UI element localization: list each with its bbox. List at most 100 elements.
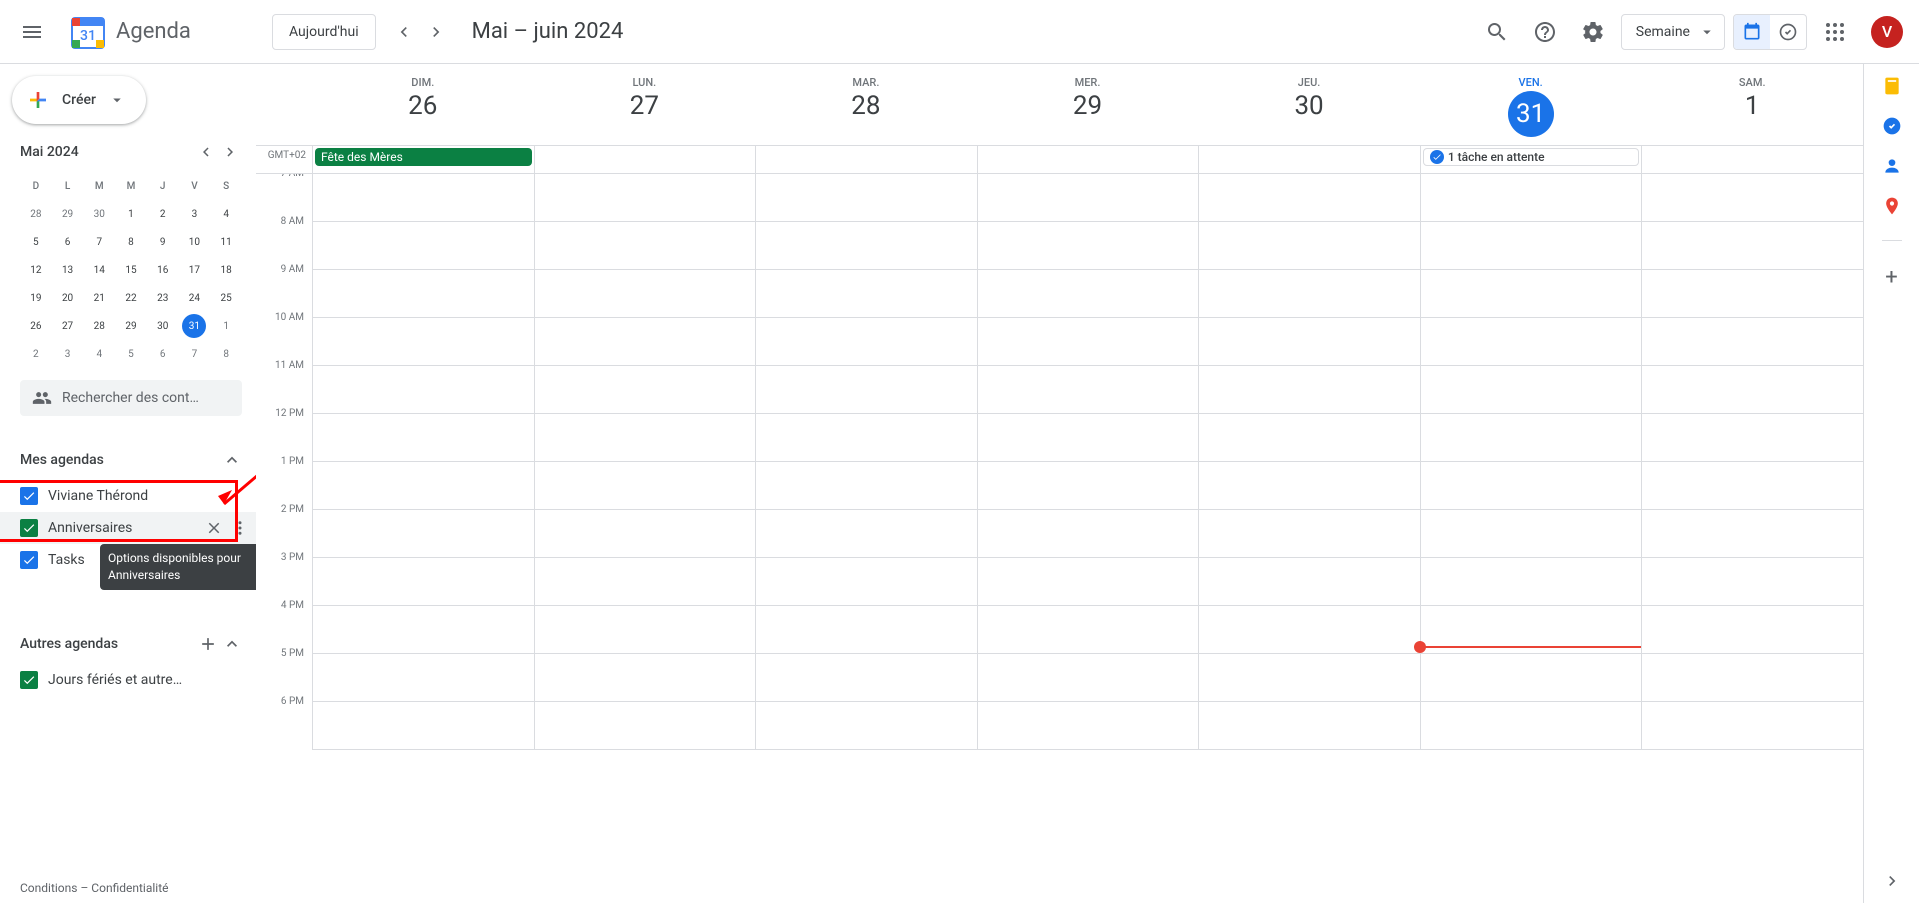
mini-cal-day[interactable]: 4 <box>210 200 242 228</box>
keep-icon[interactable] <box>1882 76 1902 96</box>
calendar-checkbox[interactable] <box>20 519 38 537</box>
time-cell[interactable] <box>1641 702 1863 750</box>
time-cell[interactable] <box>755 654 977 702</box>
mini-cal-day[interactable]: 30 <box>147 312 179 340</box>
time-cell[interactable] <box>534 606 756 654</box>
time-cell[interactable] <box>1198 270 1420 318</box>
time-cell[interactable] <box>755 174 977 222</box>
time-cell[interactable] <box>312 222 534 270</box>
mini-cal-day[interactable]: 11 <box>210 228 242 256</box>
calendar-list-item[interactable]: Viviane Thérond <box>20 480 242 512</box>
time-cell[interactable] <box>755 606 977 654</box>
time-cell[interactable] <box>755 702 977 750</box>
mini-cal-day[interactable]: 25 <box>210 284 242 312</box>
mini-cal-day[interactable]: 31 <box>179 312 211 340</box>
mini-cal-day[interactable]: 6 <box>147 340 179 368</box>
time-cell[interactable] <box>1198 510 1420 558</box>
time-cell[interactable] <box>1420 366 1642 414</box>
tasks-icon[interactable] <box>1882 116 1902 136</box>
mini-cal-day[interactable]: 8 <box>115 228 147 256</box>
mini-cal-day[interactable]: 3 <box>179 200 211 228</box>
day-header[interactable]: SAM.1 <box>1641 76 1863 145</box>
time-cell[interactable] <box>312 366 534 414</box>
time-cell[interactable] <box>1198 702 1420 750</box>
time-cell[interactable] <box>1420 510 1642 558</box>
mini-cal-day[interactable]: 21 <box>83 284 115 312</box>
calendar-hide-button[interactable] <box>202 516 226 540</box>
day-header[interactable]: JEU.30 <box>1198 76 1420 145</box>
time-cell[interactable] <box>1420 222 1642 270</box>
time-cell[interactable] <box>534 654 756 702</box>
time-cell[interactable] <box>534 222 756 270</box>
time-cell[interactable] <box>977 606 1199 654</box>
time-cell[interactable] <box>977 462 1199 510</box>
my-calendars-toggle[interactable]: Mes agendas <box>20 444 242 476</box>
today-button[interactable]: Aujourd'hui <box>272 14 376 50</box>
time-cell[interactable] <box>534 174 756 222</box>
mini-cal-day[interactable]: 27 <box>52 312 84 340</box>
time-cell[interactable] <box>534 270 756 318</box>
tasks-view-toggle[interactable] <box>1770 15 1806 49</box>
time-cell[interactable] <box>312 462 534 510</box>
main-menu-button[interactable] <box>8 8 56 56</box>
time-grid[interactable]: 7 AM8 AM9 AM10 AM11 AM12 PM1 PM2 PM3 PM4… <box>256 174 1863 903</box>
mini-cal-day[interactable]: 3 <box>52 340 84 368</box>
view-selector[interactable]: Semaine <box>1621 14 1725 50</box>
time-cell[interactable] <box>1641 414 1863 462</box>
time-cell[interactable] <box>1641 366 1863 414</box>
time-cell[interactable] <box>977 222 1199 270</box>
time-cell[interactable] <box>755 462 977 510</box>
mini-cal-day[interactable]: 23 <box>147 284 179 312</box>
mini-cal-day[interactable]: 13 <box>52 256 84 284</box>
time-cell[interactable] <box>534 462 756 510</box>
time-cell[interactable] <box>1641 462 1863 510</box>
time-cell[interactable] <box>1641 510 1863 558</box>
calendar-checkbox[interactable] <box>20 551 38 569</box>
mini-cal-day[interactable]: 4 <box>83 340 115 368</box>
time-cell[interactable] <box>1198 318 1420 366</box>
maps-icon[interactable] <box>1882 196 1902 216</box>
footer-links[interactable]: Conditions – Confidentialité <box>0 873 256 903</box>
time-cell[interactable] <box>1641 558 1863 606</box>
support-button[interactable] <box>1525 12 1565 52</box>
time-cell[interactable] <box>977 654 1199 702</box>
time-cell[interactable] <box>1420 270 1642 318</box>
contacts-icon[interactable] <box>1882 156 1902 176</box>
mini-cal-day[interactable]: 5 <box>20 228 52 256</box>
day-header[interactable]: MER.29 <box>977 76 1199 145</box>
search-contacts-input[interactable]: Rechercher des cont… <box>20 380 242 416</box>
allday-event[interactable]: Fête des Mères <box>315 148 532 166</box>
mini-cal-day[interactable]: 8 <box>210 340 242 368</box>
time-cell[interactable] <box>312 510 534 558</box>
time-cell[interactable] <box>1420 414 1642 462</box>
time-cell[interactable] <box>312 654 534 702</box>
mini-cal-prev[interactable] <box>194 140 218 164</box>
time-cell[interactable] <box>534 414 756 462</box>
time-cell[interactable] <box>977 414 1199 462</box>
mini-cal-day[interactable]: 7 <box>179 340 211 368</box>
time-cell[interactable] <box>1641 174 1863 222</box>
time-cell[interactable] <box>1198 462 1420 510</box>
mini-cal-day[interactable]: 29 <box>115 312 147 340</box>
time-cell[interactable] <box>1641 606 1863 654</box>
plus-icon[interactable] <box>198 634 218 654</box>
time-cell[interactable] <box>1420 318 1642 366</box>
time-cell[interactable] <box>755 558 977 606</box>
calendar-view-toggle[interactable] <box>1734 15 1770 49</box>
mini-cal-day[interactable]: 6 <box>52 228 84 256</box>
mini-cal-day[interactable]: 28 <box>83 312 115 340</box>
time-cell[interactable] <box>1198 558 1420 606</box>
time-cell[interactable] <box>1198 606 1420 654</box>
mini-cal-day[interactable]: 18 <box>210 256 242 284</box>
day-header[interactable]: DIM.26 <box>312 76 534 145</box>
mini-cal-day[interactable]: 20 <box>52 284 84 312</box>
mini-cal-day[interactable]: 30 <box>83 200 115 228</box>
calendar-options-button[interactable] <box>228 516 252 540</box>
day-header[interactable]: MAR.28 <box>755 76 977 145</box>
account-avatar[interactable]: V <box>1871 16 1903 48</box>
time-cell[interactable] <box>755 366 977 414</box>
add-addon-button[interactable]: + <box>1885 265 1897 290</box>
time-cell[interactable] <box>1641 222 1863 270</box>
time-cell[interactable] <box>1420 558 1642 606</box>
mini-cal-day[interactable]: 28 <box>20 200 52 228</box>
